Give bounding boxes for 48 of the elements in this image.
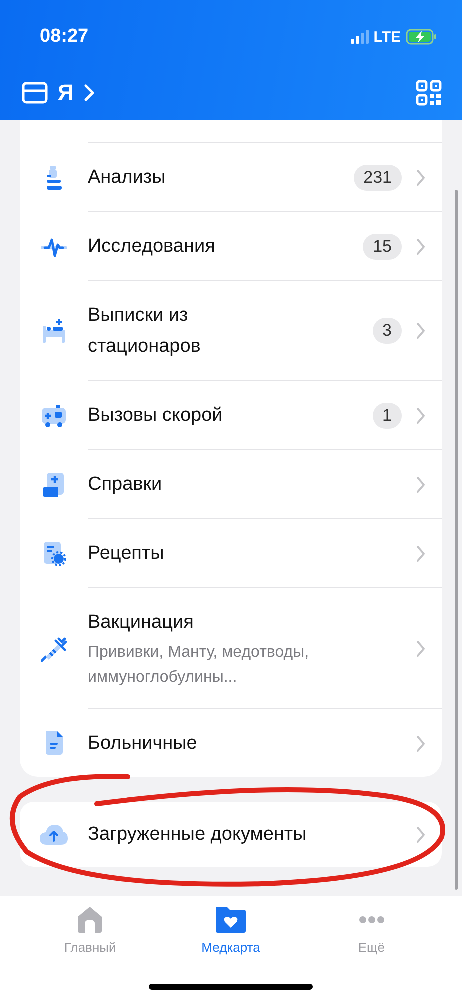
- count-badge: 15: [363, 234, 402, 260]
- prescription-icon: [41, 540, 67, 566]
- chevron-icon: [416, 544, 426, 562]
- record-title: Справки: [88, 473, 162, 497]
- record-title: Вызовы скорой: [88, 404, 223, 428]
- count-badge: 3: [372, 318, 402, 344]
- bed-icon: [41, 318, 67, 344]
- syringe-icon: [41, 636, 67, 662]
- record-subtitle: Прививки, Манту, медотводы, иммуноглобулины...: [88, 643, 310, 688]
- chevron-icon: [416, 238, 426, 256]
- uploads-row[interactable]: Загруженные документы: [20, 802, 442, 867]
- record-row[interactable]: Вызовы скорой 1: [20, 381, 442, 450]
- record-title: Выписки из стационаров: [88, 304, 202, 359]
- chevron-icon: [416, 322, 426, 340]
- record-title: Рецепты: [88, 542, 164, 566]
- uploads-title: Загруженные документы: [88, 823, 307, 847]
- record-row[interactable]: Выписки из стационаров 3: [20, 281, 442, 381]
- record-title: Вакцинация: [88, 611, 194, 635]
- profile-button[interactable]: Я: [22, 80, 96, 106]
- chevron-icon: [416, 476, 426, 494]
- count-badge: 231: [354, 164, 402, 190]
- certificate-icon: [41, 472, 67, 498]
- record-title: Анализы: [88, 166, 166, 190]
- status-time: 08:27: [40, 26, 89, 48]
- more-icon: [358, 916, 385, 924]
- record-title: Больничные: [88, 732, 198, 756]
- network-type: LTE: [374, 28, 401, 46]
- ambulance-icon: [41, 402, 67, 428]
- chevron-icon: [416, 826, 426, 844]
- record-row[interactable]: Рецепты: [20, 519, 442, 588]
- record-row[interactable]: Анализы 231: [20, 143, 442, 212]
- battery-icon: [406, 29, 438, 45]
- signal-icon: [350, 30, 369, 44]
- record-row[interactable]: Исследования 15: [20, 212, 442, 281]
- record-row[interactable]: Справки: [20, 450, 442, 519]
- record-title: Исследования: [88, 235, 216, 259]
- count-badge: 1: [372, 402, 402, 428]
- chevron-icon: [84, 84, 96, 102]
- chevron-icon: [416, 640, 426, 658]
- chevron-icon: [416, 168, 426, 186]
- heart-folder-icon: [216, 906, 246, 934]
- card-icon: [22, 82, 48, 104]
- cloud-upload-icon: [39, 824, 69, 846]
- record-row[interactable]: Вакцинация Прививки, Манту, медотводы, иммуноглобулины...: [20, 588, 442, 709]
- chevron-icon: [416, 734, 426, 752]
- record-row[interactable]: Больничные: [20, 709, 442, 777]
- chevron-icon: [416, 406, 426, 424]
- qr-code-icon[interactable]: [416, 80, 442, 106]
